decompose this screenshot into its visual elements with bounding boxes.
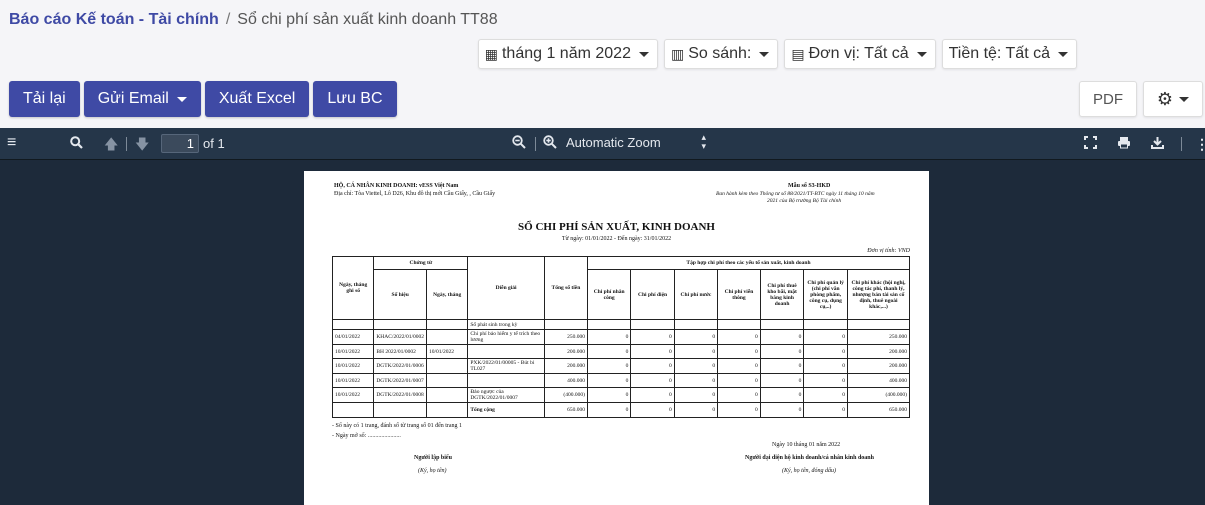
previous-page-icon[interactable]: 🡅 [104, 135, 118, 153]
date-range: Từ ngày: 01/01/2022 - Đến ngày: 31/01/20… [561, 236, 672, 242]
period-filter[interactable]: ▦ tháng 1 năm 2022 [477, 39, 658, 69]
breadcrumb: Báo cáo Kế toán - Tài chính / Sổ chi phí s… [9, 11, 498, 28]
preparer-hint: (Ký, họ tên) [418, 468, 447, 474]
pdf-page: HỘ, CÁ NHÂN KINH DOANH: vESS Việt Nam Đị… [304, 171, 929, 505]
page-count: of 1 [203, 136, 225, 151]
zoom-select[interactable]: Automatic Zoom ▴ ▾ [566, 132, 710, 151]
sidebar-toggle-icon[interactable]: ≡ [7, 134, 16, 152]
filter-bar: ▦ tháng 1 năm 2022 ▥ So sánh: ▤ Đơn vị: Tất… [477, 39, 1077, 69]
action-bar: Tải lại Gửi Email Xuất Excel Lưu BC [9, 81, 397, 117]
currency-unit: Đơn vị tính: VND [867, 248, 910, 254]
note-open-date: - Ngày mở sổ: ...................... [332, 433, 401, 439]
org-name: HỘ, CÁ NHÂN KINH DOANH: vESS Việt Nam [334, 183, 459, 189]
representative-hint: (Ký, họ tên, đóng dấu) [782, 468, 836, 474]
zoom-out-icon[interactable] [512, 135, 526, 153]
table-row: 04/01/2022 KHAC/2022/01/0002 Chi phí bảo h… [331, 329, 911, 345]
sign-date: Ngày 10 tháng 01 năm 2022 [772, 442, 841, 448]
report-table: Ngày, tháng ghi sổ Chứng từ Diễn giải Tổ… [331, 256, 911, 418]
settings-button[interactable]: ⚙ [1143, 81, 1203, 117]
page-number-input[interactable]: 1 [161, 134, 199, 153]
chevron-down-icon [176, 96, 187, 102]
breadcrumb-root[interactable]: Báo cáo Kế toán - Tài chính [9, 11, 219, 28]
chevron-down-icon [1058, 51, 1068, 57]
building-icon: ▤ [791, 45, 805, 62]
table-row: 10/01/2022 DGTK/2022/01/0008 Đảo ngược của… [331, 387, 911, 403]
col-telecom: Chi phí viễn thông [717, 269, 761, 320]
col-labor: Chi phí nhân công [586, 269, 632, 320]
representative-title: Người đại diện hộ kinh doanh/cá nhân kin… [745, 455, 874, 461]
col-voucher-date: Ngày, tháng [425, 269, 469, 320]
col-water: Chi phí nước [673, 269, 719, 320]
pdf-button[interactable]: PDF [1079, 81, 1137, 117]
bar-chart-icon: ▥ [670, 45, 685, 62]
pdf-viewer: ≡ 🡅 🡇 1 of 1 Automatic Zoom ▴ ▾ ⋮ HỘ, CÁ N… [0, 128, 1205, 505]
gear-icon: ⚙ [1156, 88, 1174, 109]
col-desc: Diễn giải [467, 256, 545, 320]
org-address: Địa chỉ: Tòa Viettel, Lô D26, Khu đô thị… [334, 191, 496, 197]
chevron-down-icon [638, 51, 649, 57]
select-arrows-icon: ▴ ▾ [701, 132, 706, 151]
col-date: Ngày, tháng ghi sổ [331, 256, 375, 320]
currency-filter[interactable]: Tiền tệ: Tất cả [941, 39, 1077, 69]
total-row: Tổng cộng 650.000 0 0 0 0 0 0 650.000 [331, 402, 911, 418]
form-number: Mẫu số S3-HKD [788, 183, 831, 189]
col-other: Chi phí khác (hội nghị, công tác phí, th… [846, 269, 911, 320]
col-management: Chi phí quản lý (chi phí văn phòng phẩm,… [803, 269, 848, 320]
zoom-in-icon[interactable] [543, 135, 557, 153]
pdf-toolbar: ≡ 🡅 🡇 1 of 1 Automatic Zoom ▴ ▾ ⋮ [0, 128, 1205, 160]
send-email-button[interactable]: Gửi Email [83, 81, 201, 117]
section-label: Số phát sinh trong kỳ [467, 319, 545, 330]
save-report-button[interactable]: Lưu BC [313, 81, 397, 117]
preparer-title: Người lập biểu [414, 455, 452, 461]
breadcrumb-current: Sổ chi phí sản xuất kinh doanh TT88 [237, 11, 498, 28]
search-icon[interactable] [70, 135, 83, 153]
next-page-icon[interactable]: 🡇 [135, 135, 149, 153]
compare-filter[interactable]: ▥ So sánh: [663, 39, 779, 69]
calendar-icon: ▦ [484, 45, 498, 62]
fullscreen-icon[interactable] [1084, 135, 1097, 153]
unit-filter[interactable]: ▤ Đơn vị: Tất cả [784, 39, 936, 69]
col-group: Tập hợp chi phí theo các yếu tố sản xuất… [586, 256, 911, 270]
table-row: 10/01/2022 DGTK/2022/01/0006 PXK/2022/01/0… [331, 358, 911, 374]
table-row: Số phát sinh trong kỳ [331, 319, 911, 330]
col-voucher: Chứng từ [373, 256, 469, 270]
note-pages: - Sổ này có 1 trang, đánh số từ trang số… [332, 423, 463, 429]
download-icon[interactable] [1151, 135, 1164, 153]
table-row: 10/01/2022 BH 2022/01/0002 10/01/2022 200.0… [331, 344, 911, 359]
reload-button[interactable]: Tải lại [9, 81, 80, 117]
more-tools-icon[interactable]: ⋮ [1195, 135, 1205, 153]
print-icon[interactable] [1117, 135, 1131, 153]
export-excel-button[interactable]: Xuất Excel [204, 81, 310, 117]
legal-line-1: Ban hành kèm theo Thông tư số 88/2021/TT… [716, 191, 875, 197]
chevron-down-icon [1179, 96, 1190, 102]
col-voucher-no: Số hiệu [373, 269, 427, 320]
col-electricity: Chi phí điện [630, 269, 675, 320]
chevron-down-icon [759, 51, 770, 57]
table-row: 10/01/2022 DGTK/2022/01/0007 400.000 00000… [331, 373, 911, 388]
chevron-down-icon [916, 51, 927, 57]
col-total: Tổng số tiền [543, 256, 588, 320]
legal-line-2: 2021 của Bộ trưởng Bộ Tài chính [767, 198, 842, 204]
report-title: SỔ CHI PHÍ SẢN XUẤT, KINH DOANH [518, 221, 715, 233]
col-rent: Chi phí thuê kho bãi, mặt bằng kinh doan… [759, 269, 805, 320]
